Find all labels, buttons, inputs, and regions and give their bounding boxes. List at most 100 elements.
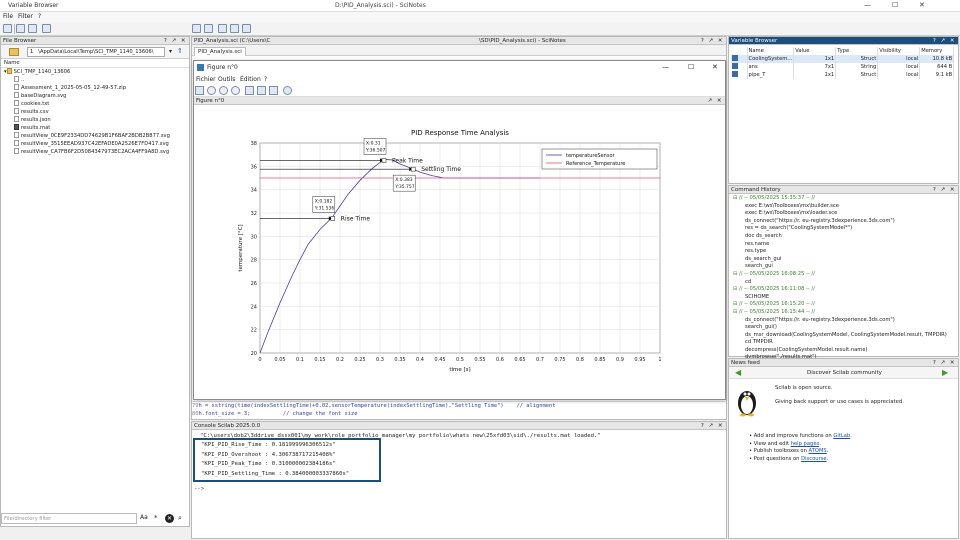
up-folder-icon[interactable]: ⇑	[177, 47, 183, 55]
close-icon[interactable]: ✕	[919, 1, 925, 9]
list-item[interactable]: resultView_3515EEAD937C42EFADE0A2526E7FD…	[4, 140, 189, 148]
col-memory[interactable]: Memory	[919, 47, 955, 55]
atoms-link[interactable]: ATOMS	[809, 448, 827, 454]
list-item[interactable]: cookies.txt	[4, 100, 189, 108]
code-editor[interactable]: 79h = xstring(time(indexSettlingTime)+0.…	[192, 401, 726, 419]
history-command[interactable]: res = ds_search("CoolingSystemModel*")	[733, 225, 958, 233]
file-filter-input[interactable]: File/directory filter	[1, 513, 137, 524]
history-command[interactable]: exec E:\ws\Toolboxes\mx\loader.sce	[733, 210, 958, 218]
pid-response-chart[interactable]: 0 0.05 0.1 0.15 0.2 0.25 0.3 0.35 0.4 0.45 0.5 0.55…	[194, 107, 725, 399]
datatip-marker[interactable]	[381, 158, 387, 163]
help-pages-link[interactable]: help pages	[791, 441, 820, 447]
list-item[interactable]: results.json	[4, 116, 189, 124]
path-input[interactable]: 1 \AppData\Local\Temp\SCI_TMP_1140_13606…	[27, 47, 165, 57]
figure-maximize-icon[interactable]: ☐	[688, 63, 694, 71]
figure-menu-edit[interactable]: Édition	[240, 76, 261, 83]
minimize-icon[interactable]: —	[864, 1, 871, 9]
history-command[interactable]: cd TMPDIR	[733, 339, 958, 347]
zoom-out-icon[interactable]	[219, 86, 228, 95]
figure-menu-help[interactable]: ?	[264, 76, 267, 83]
discourse-link[interactable]: Discourse	[801, 456, 826, 462]
settings-icon[interactable]	[28, 24, 37, 33]
datatip-marker[interactable]	[330, 216, 336, 221]
history-session[interactable]: ⊟ // -- 05/05/2025 16:15:20 -- //	[733, 301, 958, 309]
refresh-icon[interactable]	[3, 24, 12, 33]
about-icon[interactable]	[242, 24, 251, 33]
col-value[interactable]: Value	[793, 47, 837, 55]
list-item[interactable]: resultView_CA7FB6F2D5084347973EC2ACA4FF9…	[4, 148, 189, 156]
history-command[interactable]: search_gui	[733, 263, 958, 271]
column-name: Name	[1, 59, 189, 68]
regex-button[interactable]: *	[154, 514, 158, 522]
menu-filter[interactable]: Filter	[18, 13, 33, 20]
select-icon[interactable]	[269, 86, 278, 95]
history-command[interactable]: doc ds_search	[733, 233, 958, 241]
figure-minimize-icon[interactable]: —	[662, 63, 669, 71]
list-item[interactable]: baseDiagram.svg	[4, 92, 189, 100]
history-command[interactable]: res.type	[733, 248, 958, 256]
history-command[interactable]: exec E:\ws\Toolboxes\mx\builder.sce	[733, 203, 958, 211]
maximize-icon[interactable]: ☐	[892, 1, 898, 9]
zoom-in-icon[interactable]	[207, 86, 216, 95]
history-command[interactable]: ds_search_gui	[733, 256, 958, 264]
tree-root[interactable]: ▾ SCI_TMP_1140_13606	[4, 68, 189, 76]
list-item[interactable]: resultView_0CE9F2334DD74629B1F6BAF2BDB2B…	[4, 132, 189, 140]
menu-file[interactable]: File	[3, 13, 13, 20]
history-session[interactable]: ⊟ // -- 05/05/2025 16:11:08 -- //	[733, 286, 958, 294]
menu-help[interactable]: ?	[38, 13, 41, 20]
history-session[interactable]: ⊟ // -- 05/05/2025 16:15:44 -- //	[733, 309, 958, 317]
list-item[interactable]: Assessment_1_2025-05-05_12-49-57.zip	[4, 84, 189, 92]
x-tick-label: 0.2	[336, 357, 344, 363]
scissors-icon[interactable]	[218, 24, 227, 33]
cut-icon[interactable]	[192, 24, 201, 33]
clear-icon[interactable]	[230, 24, 239, 33]
table-header-row: Name Value Type Visibility Memory	[731, 47, 955, 55]
table-row[interactable]: ans 7x1 String local 644 B	[731, 63, 955, 71]
history-command[interactable]: ds_msr_download(CoolingSystemModel, Cool…	[733, 332, 958, 340]
path-dropdown-icon[interactable]: ▾	[169, 48, 172, 55]
copy-icon[interactable]	[204, 24, 213, 33]
history-command[interactable]: decompress(CoolingSystemModel.result.nam…	[733, 347, 958, 355]
history-command[interactable]: res.name	[733, 241, 958, 249]
figure-menu-file[interactable]: Fichier	[196, 76, 216, 83]
table-row[interactable]: pipe_T 1x1 Struct local 9.1 kB	[731, 71, 955, 79]
history-command[interactable]: cd	[733, 279, 958, 287]
figure-menu-tools[interactable]: Outils	[218, 76, 235, 83]
history-session[interactable]: ⊟ // -- 05/05/2025 15:35:37 -- //	[733, 195, 958, 203]
history-session[interactable]: ⊟ // -- 05/05/2025 16:08:25 -- //	[733, 271, 958, 279]
zoom-fit-icon[interactable]	[231, 86, 240, 95]
search-icon[interactable]: ⌕	[178, 514, 182, 523]
list-item[interactable]: results.csv	[4, 108, 189, 116]
rotate-icon[interactable]	[195, 86, 204, 95]
figure-help-icon[interactable]	[283, 86, 292, 95]
figure-close-icon[interactable]: ✕	[712, 63, 718, 71]
next-arrow-icon[interactable]: ▶	[942, 368, 948, 377]
list-item[interactable]: ..	[4, 76, 189, 84]
history-command[interactable]: search_gui()	[733, 324, 958, 332]
code-line[interactable]: h.font_size = 3; // change the font size	[199, 411, 358, 417]
tab-pid-analysis[interactable]: PID_Analysis.sci	[194, 47, 246, 56]
list-item[interactable]: results.mat	[4, 124, 189, 132]
case-sensitive-button[interactable]: Aa	[140, 514, 148, 521]
x-tick-label: 0.35	[394, 357, 405, 363]
pan-icon[interactable]	[257, 86, 266, 95]
gitlab-link[interactable]: GitLab	[833, 433, 850, 439]
list-icon[interactable]	[16, 24, 25, 33]
table-row[interactable]: CoolingSystem... 1x1 Struct local 10.8 k…	[731, 55, 955, 63]
code-line[interactable]: h = xstring(time(indexSettlingTime)+0.02…	[199, 403, 556, 409]
console-prompt[interactable]: -->	[194, 485, 204, 495]
clear-filter-icon[interactable]: ✕	[165, 514, 174, 523]
prev-arrow-icon[interactable]: ◀	[735, 368, 741, 377]
x-tick-label: 0.85	[594, 357, 605, 363]
folder-icon[interactable]	[9, 48, 19, 56]
mat-file-icon	[14, 124, 19, 130]
col-name[interactable]: Name	[747, 47, 795, 55]
history-command[interactable]: ds_connect("https://r. eu-registry.3dexp…	[733, 218, 958, 226]
datatip-marker[interactable]	[410, 166, 416, 172]
history-command[interactable]: ds_connect("https://r. eu-registry.3dexp…	[733, 317, 958, 325]
history-command[interactable]: SCIHOME	[733, 294, 958, 302]
col-type[interactable]: Type	[835, 47, 879, 55]
help-icon[interactable]	[42, 24, 51, 33]
datatip-icon[interactable]	[245, 86, 254, 95]
col-visibility[interactable]: Visibility	[877, 47, 921, 55]
